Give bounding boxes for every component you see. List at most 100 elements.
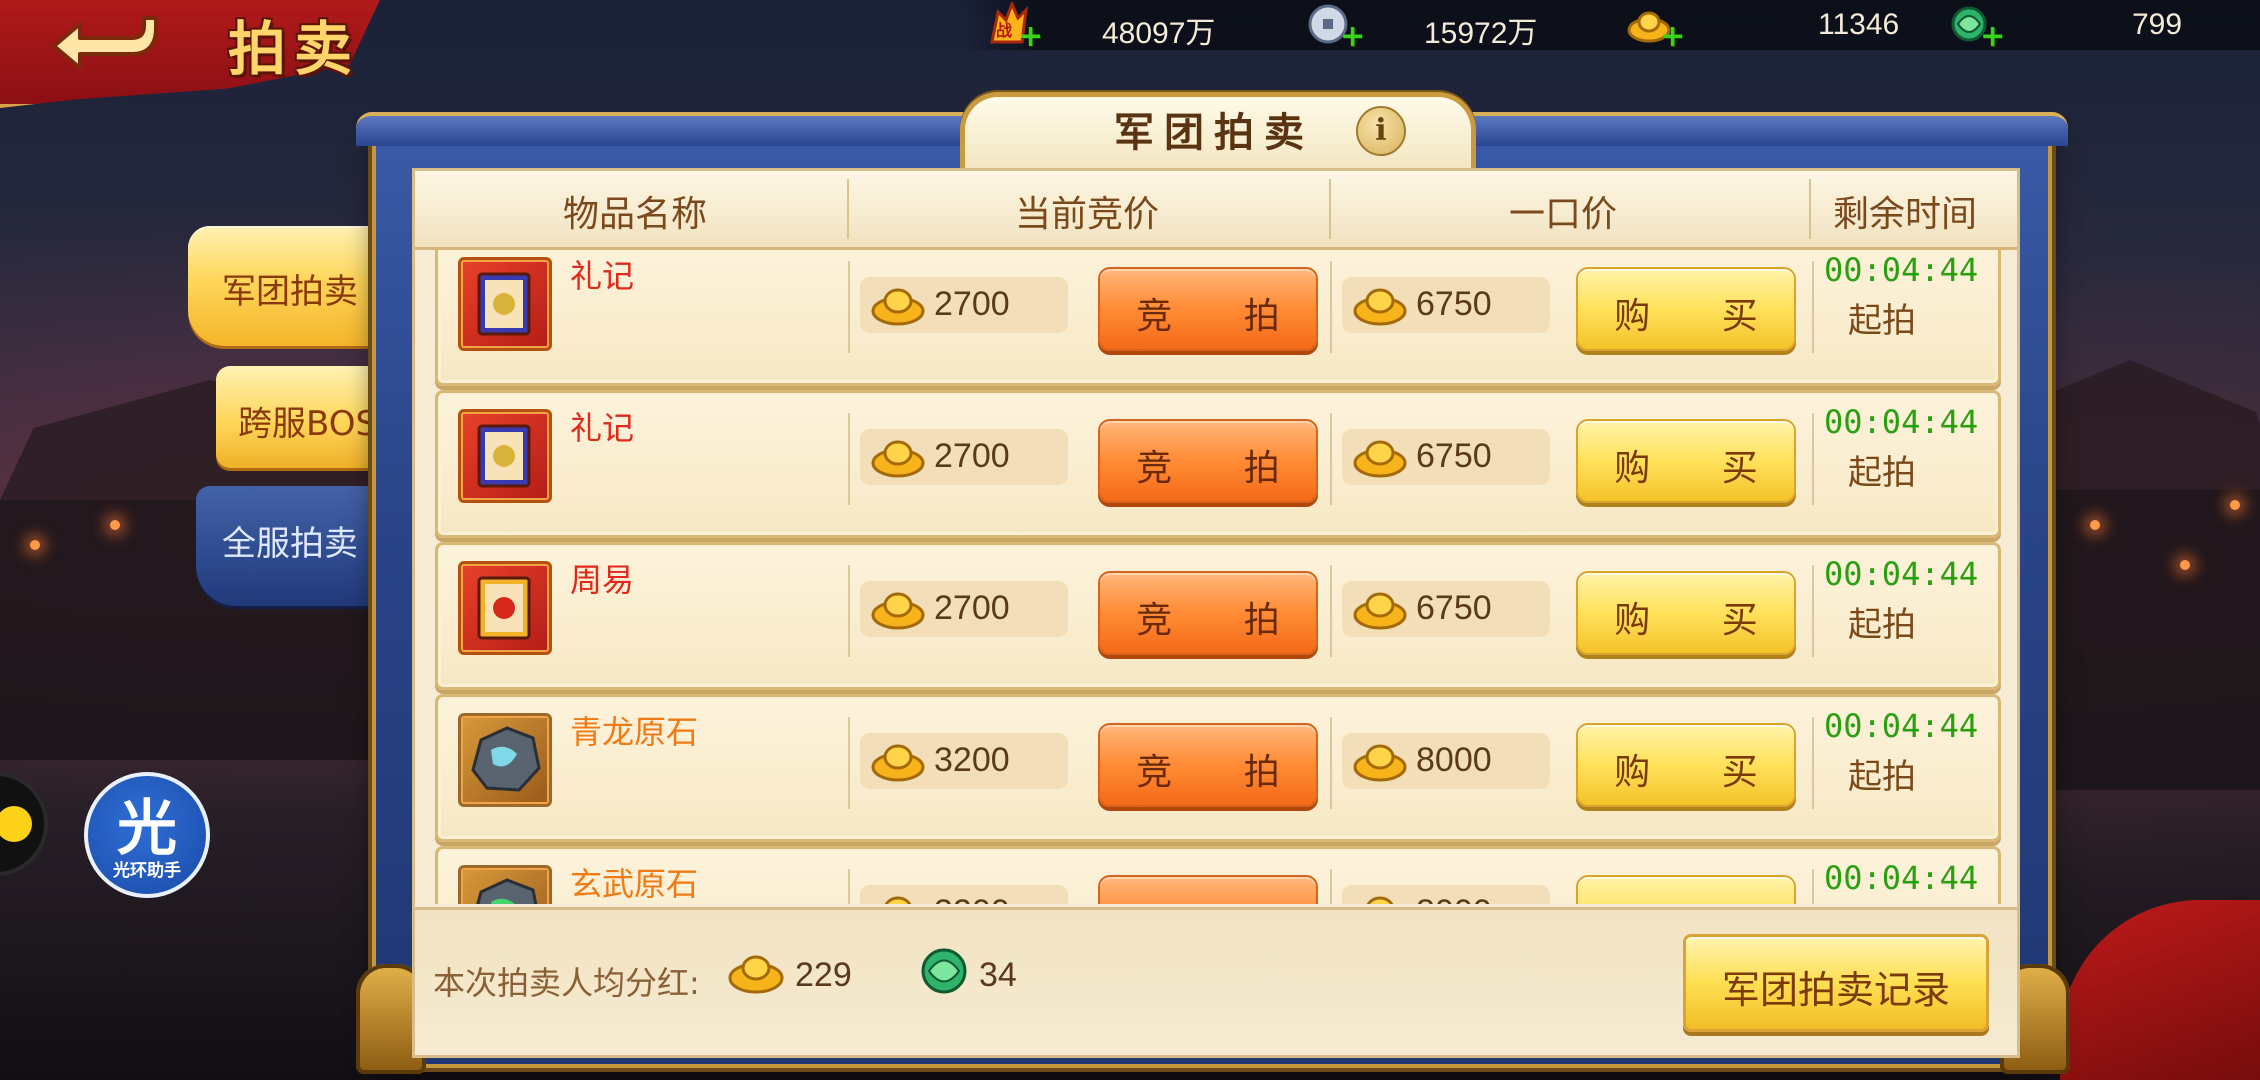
- auction-status: 起拍: [1848, 453, 1916, 493]
- item-name: 礼记: [570, 409, 635, 447]
- buy-button-label: 购 买: [1614, 296, 1788, 337]
- tab-server-label: 全服拍卖: [222, 524, 358, 564]
- halo-helper-button[interactable]: 光 光环助手: [84, 772, 210, 898]
- bid-button-label: 竞 拍: [1136, 600, 1310, 641]
- buyout-value: 8000: [1416, 893, 1492, 904]
- bg-lantern: [2090, 520, 2100, 530]
- panel-footer: 本次拍卖人均分红: 229 34 军团拍卖记录: [415, 907, 2017, 1055]
- black-tortoise-stone-icon[interactable]: [458, 865, 552, 904]
- current-bid-price: 2700: [860, 581, 1068, 637]
- column-divider: [1812, 261, 1814, 353]
- buyout-price: 6750: [1342, 429, 1550, 485]
- column-divider: [848, 565, 850, 657]
- bid-button[interactable]: 竞 拍: [1098, 875, 1318, 904]
- current-bid-price: 2700: [860, 277, 1068, 333]
- column-divider: [848, 717, 850, 809]
- header-item-name: 物品名称: [563, 194, 708, 235]
- header-current-bid: 当前竞价: [1015, 194, 1160, 235]
- bid-button[interactable]: 竞 拍: [1098, 419, 1318, 503]
- book-liji-icon[interactable]: [458, 409, 552, 503]
- buy-button[interactable]: 购 买: [1576, 419, 1796, 503]
- column-divider: [1330, 717, 1332, 809]
- gold-ingot-icon: [1353, 288, 1407, 326]
- table-header: 物品名称 当前竞价 一口价 剩余时间: [415, 171, 2017, 250]
- silver-value: 15972万: [1424, 17, 1538, 50]
- info-button[interactable]: i: [1356, 106, 1406, 156]
- bid-button-label: 竞 拍: [1136, 752, 1310, 793]
- auction-row: 青龙原石 3200 竞 拍 8000 购 买 00:04:44 起拍: [435, 694, 2001, 842]
- bid-button[interactable]: 竞 拍: [1098, 723, 1318, 807]
- column-divider: [848, 413, 850, 505]
- floating-assistant-button[interactable]: [0, 776, 44, 872]
- buyout-price: 6750: [1342, 581, 1550, 637]
- column-divider: [1330, 261, 1332, 353]
- add-icon[interactable]: +: [1018, 22, 1043, 52]
- gold-ingot-icon: [1353, 744, 1407, 782]
- gold-dividend-value: 229: [795, 956, 852, 994]
- header-divider: [847, 179, 849, 239]
- bid-button[interactable]: 竞 拍: [1098, 571, 1318, 655]
- bg-lantern: [2230, 500, 2240, 510]
- buy-button[interactable]: 购 买: [1576, 875, 1796, 904]
- column-divider: [1330, 869, 1332, 904]
- dividend-label: 本次拍卖人均分红:: [433, 964, 700, 1002]
- back-arrow-icon: [52, 16, 158, 70]
- resource-silver[interactable]: + 15972万: [1306, 0, 1566, 52]
- legion-auction-records-button[interactable]: 军团拍卖记录: [1683, 934, 1989, 1032]
- auction-row: 玄武原石 3200 竞 拍 8000 购 买 00:04:44 起拍: [435, 846, 2001, 904]
- header-divider: [1809, 179, 1811, 239]
- buyout-price: 8000: [1342, 885, 1550, 904]
- column-divider: [1812, 869, 1814, 904]
- gold-ingot-icon: [871, 592, 925, 630]
- remaining-time: 00:04:44: [1824, 251, 1979, 289]
- resource-gold[interactable]: + 11346: [1626, 0, 1899, 52]
- resource-battle-power[interactable]: 战 + 48097万: [984, 0, 1244, 52]
- buy-button[interactable]: 购 买: [1576, 267, 1796, 351]
- book-liji-icon[interactable]: [458, 257, 552, 351]
- gold-value: 11346: [1818, 8, 1900, 41]
- book-glyph-icon: [477, 424, 531, 488]
- gold-ingot-icon: [871, 288, 925, 326]
- add-icon[interactable]: +: [1340, 22, 1365, 52]
- header-buyout: 一口价: [1509, 194, 1618, 235]
- auction-row: 周易 2700 竞 拍 6750 购 买 00:04:44 起拍: [435, 542, 2001, 690]
- gold-ingot-icon: [1353, 440, 1407, 478]
- info-icon: i: [1375, 113, 1387, 148]
- book-zhouyi-icon[interactable]: [458, 561, 552, 655]
- column-divider: [1812, 565, 1814, 657]
- current-bid-value: 2700: [934, 437, 1010, 475]
- header-divider: [1329, 179, 1331, 239]
- buyout-price: 6750: [1342, 277, 1550, 333]
- bid-button[interactable]: 竞 拍: [1098, 267, 1318, 351]
- auction-status: 起拍: [1848, 301, 1916, 341]
- bg-lantern: [2180, 560, 2190, 570]
- back-button[interactable]: [40, 6, 160, 76]
- halo-helper-icon: 光: [117, 794, 177, 864]
- tab-legion-label: 军团拍卖: [222, 272, 358, 312]
- bg-lantern: [110, 520, 120, 530]
- buy-button[interactable]: 购 买: [1576, 723, 1796, 807]
- game-screen: 拍卖 战 + 48097万 + 15972万 + 11346 + 799 军团拍…: [0, 0, 2260, 1080]
- buy-button-label: 购 买: [1614, 448, 1788, 489]
- buyout-value: 6750: [1416, 589, 1492, 627]
- buy-button-label: 购 买: [1614, 752, 1788, 793]
- auction-list[interactable]: 礼记 2700 竞 拍 6750 购 买 00:04:44 起拍 礼记 2700 竞 拍 6750 购…: [415, 250, 2017, 904]
- column-divider: [1330, 565, 1332, 657]
- add-icon[interactable]: +: [1660, 22, 1685, 52]
- resource-jade[interactable]: + 799: [1946, 0, 2246, 52]
- bid-button-label: 竞 拍: [1136, 296, 1310, 337]
- auction-table: 物品名称 当前竞价 一口价 剩余时间 礼记 2700 竞 拍 6750 购 买 00:04…: [412, 168, 2020, 1058]
- current-bid-value: 2700: [934, 589, 1010, 627]
- remaining-time: 00:04:44: [1824, 707, 1979, 745]
- azure-dragon-stone-icon[interactable]: [458, 713, 552, 807]
- auction-status: 起拍: [1848, 901, 1916, 904]
- column-divider: [1330, 413, 1332, 505]
- buy-button[interactable]: 购 买: [1576, 571, 1796, 655]
- item-name: 礼记: [570, 257, 635, 295]
- book-glyph-icon: [477, 272, 531, 336]
- halo-helper-label: 光环助手: [113, 861, 181, 881]
- auction-row: 礼记 2700 竞 拍 6750 购 买 00:04:44 起拍: [435, 390, 2001, 538]
- add-icon[interactable]: +: [1980, 22, 2005, 52]
- column-divider: [1812, 717, 1814, 809]
- gold-ingot-icon: [871, 440, 925, 478]
